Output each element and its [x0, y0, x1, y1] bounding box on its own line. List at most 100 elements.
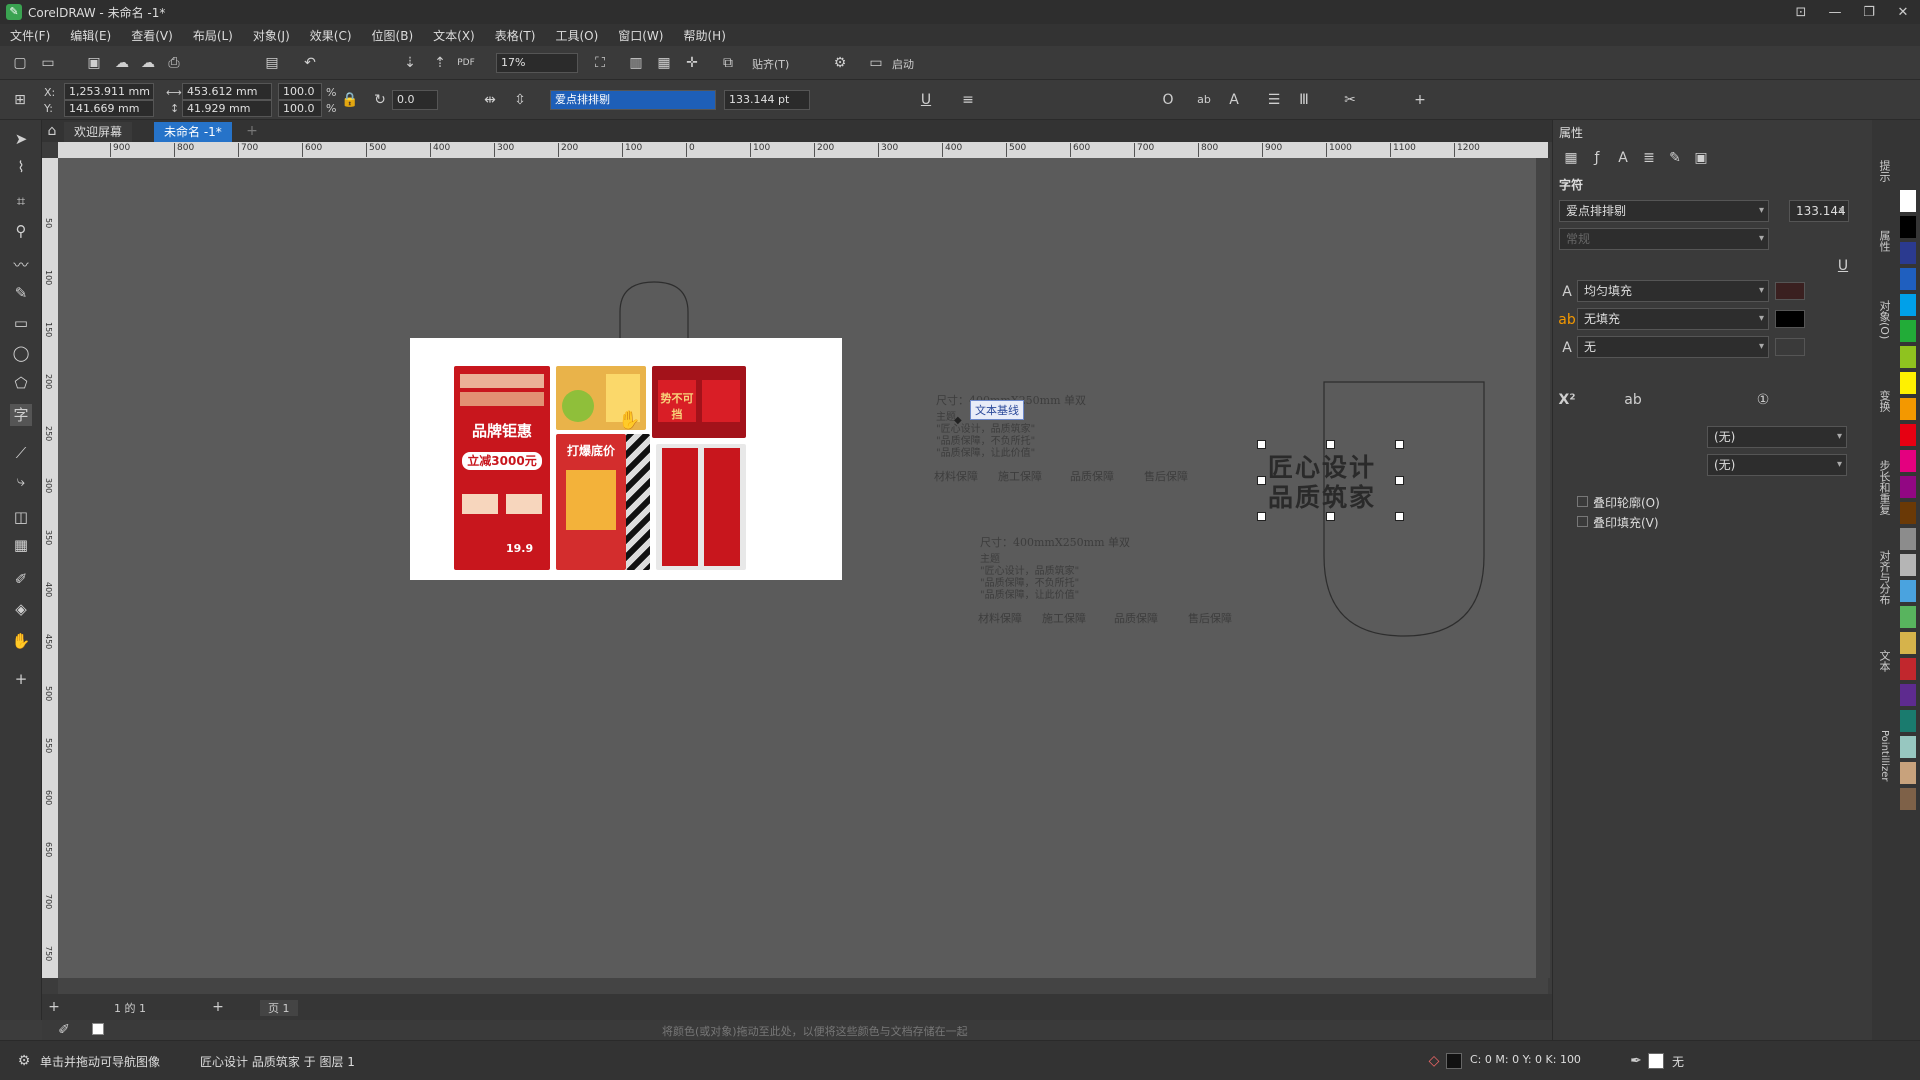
menu-view[interactable]: 查看(V): [131, 27, 173, 44]
options-gear-icon[interactable]: ⚙: [830, 53, 850, 73]
poster-roll-up[interactable]: [656, 444, 746, 570]
docker-tab-pointillizer[interactable]: Pointillizer: [1876, 730, 1892, 781]
vertical-scrollbar[interactable]: [1536, 158, 1550, 978]
shape-tool-icon[interactable]: ⌇: [10, 156, 32, 178]
footer-1-2[interactable]: 品质保障: [1070, 468, 1114, 484]
menu-layout[interactable]: 布局(L): [193, 27, 233, 44]
horizontal-text-icon[interactable]: ☰: [1264, 90, 1284, 110]
cloud-sync-icon[interactable]: ☁: [138, 53, 158, 73]
rectangle-tool-icon[interactable]: ▭: [10, 312, 32, 334]
add-page-after-icon[interactable]: +: [208, 997, 228, 1017]
text-outline-swatch[interactable]: [1775, 338, 1805, 356]
footer-2-1[interactable]: 施工保障: [1042, 610, 1086, 626]
lock-ratio-icon[interactable]: 🔒: [340, 90, 360, 110]
transparency-icon[interactable]: ▦: [10, 534, 32, 556]
uppercase-dropdown[interactable]: (无): [1707, 426, 1847, 448]
crop-tool-icon[interactable]: ⌗: [10, 190, 32, 212]
eyedropper-icon[interactable]: ✐: [10, 568, 32, 590]
text-properties-icon[interactable]: ab: [1194, 90, 1214, 110]
docker-tab-step-repeat[interactable]: 步长和重复: [1876, 460, 1892, 515]
effects-tab-icon[interactable]: ƒ: [1587, 148, 1607, 168]
vertical-text-icon[interactable]: Ⅲ: [1294, 90, 1314, 110]
minimize-button[interactable]: —: [1818, 0, 1852, 24]
menu-bitmap[interactable]: 位图(B): [372, 27, 414, 44]
palette-swatch[interactable]: [1900, 502, 1916, 524]
polygon-tool-icon[interactable]: ⬠: [10, 372, 32, 394]
palette-swatch[interactable]: [1900, 658, 1916, 680]
font-name-dropdown[interactable]: 爱点排排剔: [550, 90, 716, 110]
close-button[interactable]: ✕: [1886, 0, 1920, 24]
palette-swatch[interactable]: [1900, 632, 1916, 654]
add-icon[interactable]: +: [1410, 90, 1430, 110]
home-icon[interactable]: ⌂: [42, 121, 62, 141]
numeral-style-icon[interactable]: ①: [1753, 390, 1773, 410]
overprint-outline-checkbox[interactable]: [1577, 496, 1588, 507]
zoom-to-page-icon[interactable]: ⛶: [590, 53, 610, 73]
rotate-icon[interactable]: ↻: [370, 90, 390, 110]
drawing-canvas[interactable]: 品牌钜惠 立减3000元 19.9 势不可挡 打爆底价 ✋ 尺寸：400: [58, 158, 1536, 978]
palette-swatch[interactable]: [1900, 762, 1916, 784]
launch-icon[interactable]: ▭: [866, 53, 886, 73]
size-spec-2[interactable]: 尺寸：400mmX250mm 单双: [980, 534, 1130, 550]
background-fill-swatch[interactable]: [1775, 310, 1805, 328]
footer-1-0[interactable]: 材料保障: [934, 468, 978, 484]
menu-text[interactable]: 文本(X): [433, 27, 475, 44]
fill-color-swatch[interactable]: [1446, 1053, 1462, 1069]
drop-shadow-icon[interactable]: ◫: [10, 506, 32, 528]
pick-tool-icon[interactable]: ➤: [10, 128, 32, 150]
poster-festival-red[interactable]: 势不可挡: [652, 366, 746, 438]
menu-tools[interactable]: 工具(O): [555, 27, 598, 44]
theme-line-1-3[interactable]: "品质保障，让此价值": [936, 444, 1035, 459]
smart-fill-icon[interactable]: ✋: [10, 630, 32, 652]
palette-swatch[interactable]: [1900, 606, 1916, 628]
no-color-swatch[interactable]: [92, 1023, 104, 1035]
vertical-ruler[interactable]: 50 100 150 200 250 300 350 400 450 500 550 600 650 70…: [42, 158, 58, 978]
rotation-field[interactable]: 0.0: [392, 90, 438, 110]
eyedropper-small-icon[interactable]: ✐: [54, 1020, 74, 1040]
position-dropdown[interactable]: (无): [1707, 454, 1847, 476]
add-page-icon[interactable]: +: [44, 997, 64, 1017]
palette-swatch[interactable]: [1900, 710, 1916, 732]
paste-icon[interactable]: ▤: [262, 53, 282, 73]
maximize-button[interactable]: ❐: [1852, 0, 1886, 24]
palette-swatch[interactable]: [1900, 268, 1916, 290]
overprint-fill-checkbox[interactable]: [1577, 516, 1588, 527]
mirror-vertical-icon[interactable]: ⇳: [510, 90, 530, 110]
palette-swatch[interactable]: [1900, 580, 1916, 602]
font-style-dropdown[interactable]: 常规: [1559, 228, 1769, 250]
scale-height-field[interactable]: 100.0: [278, 100, 322, 117]
selected-text-line-2[interactable]: 品质筑家: [1268, 478, 1376, 514]
palette-swatch[interactable]: [1900, 294, 1916, 316]
footer-1-1[interactable]: 施工保障: [998, 468, 1042, 484]
underline-toggle-icon[interactable]: U: [1833, 256, 1853, 276]
palette-swatch[interactable]: [1900, 398, 1916, 420]
connector-tool-icon[interactable]: ⤷: [10, 470, 32, 492]
palette-swatch[interactable]: [1900, 554, 1916, 576]
palette-swatch[interactable]: [1900, 346, 1916, 368]
bitmap-tab-icon[interactable]: ▣: [1691, 148, 1711, 168]
parallel-dimension-icon[interactable]: ⟋: [10, 442, 32, 464]
palette-swatch[interactable]: [1900, 242, 1916, 264]
outline-tab-icon[interactable]: ✎: [1665, 148, 1685, 168]
menu-edit[interactable]: 编辑(E): [70, 27, 111, 44]
selection-handle-bl[interactable]: [1257, 512, 1266, 521]
background-fill-dropdown[interactable]: 无填充: [1577, 308, 1769, 330]
docker-tab-align[interactable]: 对齐与分布: [1876, 550, 1892, 605]
quick-customize-icon[interactable]: ✂: [1340, 90, 1360, 110]
zoom-level-field[interactable]: 17%: [496, 53, 578, 73]
footer-2-3[interactable]: 售后保障: [1188, 610, 1232, 626]
selection-handle-r[interactable]: [1395, 476, 1404, 485]
export-icon[interactable]: ⇡: [430, 53, 450, 73]
docker-tab-transform[interactable]: 变换: [1876, 390, 1892, 412]
mirror-horizontal-icon[interactable]: ⇹: [480, 90, 500, 110]
edit-text-icon[interactable]: A: [1224, 90, 1244, 110]
palette-swatch[interactable]: [1900, 736, 1916, 758]
docker-tab-properties[interactable]: 属性: [1876, 230, 1892, 252]
docker-tab-objects[interactable]: 对象(O): [1876, 300, 1892, 339]
selected-text-object[interactable]: 匠心设计 品质筑家: [1262, 448, 1394, 512]
selection-handle-t[interactable]: [1326, 440, 1335, 449]
selection-handle-l[interactable]: [1257, 476, 1266, 485]
grid-icon[interactable]: ▦: [654, 53, 674, 73]
ellipse-tool-icon[interactable]: ◯: [10, 342, 32, 364]
footer-1-3[interactable]: 售后保障: [1144, 468, 1188, 484]
